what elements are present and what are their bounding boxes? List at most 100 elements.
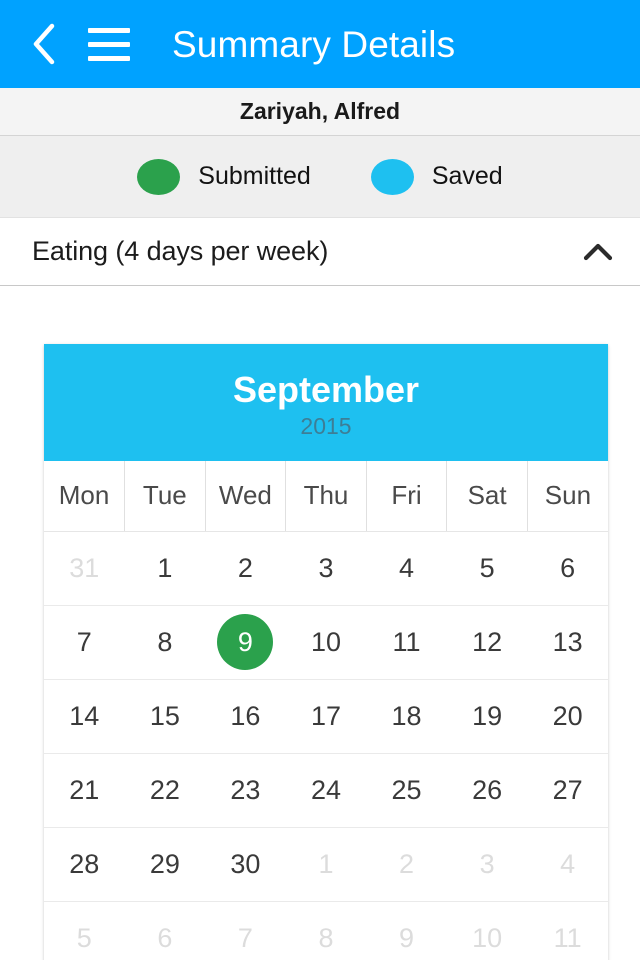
weekday-tue: Tue [124, 461, 206, 532]
calendar-day-number: 17 [310, 700, 341, 731]
calendar-day-number: 30 [230, 848, 261, 879]
calendar-day-number: 27 [552, 774, 583, 805]
calendar-weekday-header-row: Mon Tue Wed Thu Fri Sat Sun [44, 461, 608, 532]
weekday-sat: Sat [446, 461, 528, 532]
calendar-day-cell[interactable]: 11 [366, 605, 447, 680]
calendar-day-cell[interactable]: 23 [205, 753, 286, 828]
page-title: Summary Details [172, 23, 456, 65]
calendar-day-number: 21 [69, 774, 100, 805]
calendar-day-cell[interactable]: 10 [446, 901, 528, 960]
calendar-day-cell[interactable]: 7 [205, 901, 286, 960]
calendar-day-number: 20 [552, 700, 583, 731]
menu-bar-top [88, 27, 130, 33]
calendar-week-row: 7 8 9 10 11 12 13 [44, 605, 608, 680]
calendar-day-number: 11 [392, 626, 421, 657]
calendar-day-number: 29 [149, 848, 180, 879]
calendar-day-cell[interactable]: 22 [124, 753, 206, 828]
calendar-day-number: 19 [472, 700, 503, 731]
calendar-day-number: 5 [76, 922, 92, 953]
legend-item-saved: Saved [370, 158, 503, 195]
calendar-day-number: 1 [157, 552, 173, 583]
calendar-day-cell[interactable]: 30 [205, 827, 286, 902]
calendar-day-number: 9 [217, 614, 274, 670]
status-dot-icon-submitted [137, 158, 181, 195]
calendar-day-cell[interactable]: 13 [527, 605, 608, 680]
calendar-day-cell[interactable]: 6 [527, 531, 608, 606]
calendar-day-cell[interactable]: 31 [44, 531, 125, 606]
calendar-day-number: 3 [318, 552, 334, 583]
calendar-day-cell[interactable]: 9 [366, 901, 447, 960]
section-header-eating[interactable]: Eating (4 days per week) [0, 218, 640, 286]
chevron-up-icon[interactable] [578, 232, 618, 272]
calendar-day-number: 12 [472, 626, 503, 657]
calendar-day-cell[interactable]: 8 [124, 605, 206, 680]
calendar-day-cell[interactable]: 9 [205, 605, 286, 680]
weekday-fri: Fri [366, 461, 448, 532]
calendar-day-number: 4 [399, 552, 415, 583]
calendar-day-cell[interactable]: 1 [124, 531, 206, 606]
calendar-day-number: 7 [76, 626, 92, 657]
calendar-day-cell[interactable]: 5 [44, 901, 125, 960]
calendar-day-number: 22 [149, 774, 180, 805]
weekday-sun: Sun [527, 461, 608, 532]
calendar-week-row: 21 22 23 24 25 26 27 [44, 753, 608, 828]
calendar-day-cell[interactable]: 4 [527, 827, 608, 902]
calendar-week-row: 14 15 16 17 18 19 20 [44, 679, 608, 754]
calendar-day-cell[interactable]: 6 [124, 901, 206, 960]
back-button[interactable] [22, 16, 66, 72]
calendar-day-cell[interactable]: 17 [285, 679, 367, 754]
legend-label-submitted: Submitted [198, 162, 311, 190]
calendar-day-cell[interactable]: 12 [446, 605, 528, 680]
calendar-day-cell[interactable]: 2 [366, 827, 447, 902]
calendar-day-cell[interactable]: 5 [446, 531, 528, 606]
calendar-day-cell[interactable]: 27 [527, 753, 608, 828]
calendar-day-cell[interactable]: 16 [205, 679, 286, 754]
patient-name: Zariyah, Alfred [239, 98, 401, 124]
calendar-day-cell[interactable]: 11 [527, 901, 608, 960]
calendar-day-number: 23 [230, 774, 261, 805]
calendar-day-number: 18 [391, 700, 422, 731]
hamburger-menu-button[interactable] [80, 16, 138, 72]
calendar-day-cell[interactable]: 19 [446, 679, 528, 754]
calendar-day-cell[interactable]: 25 [366, 753, 447, 828]
calendar-day-number: 6 [157, 922, 173, 953]
calendar-header: September 2015 [44, 344, 608, 461]
calendar-day-cell[interactable]: 15 [124, 679, 206, 754]
calendar-day-cell[interactable]: 14 [44, 679, 125, 754]
calendar-day-number: 8 [157, 626, 173, 657]
weekday-thu: Thu [285, 461, 367, 532]
legend-label-saved: Saved [431, 162, 503, 190]
calendar-day-number: 2 [399, 848, 415, 879]
calendar-grid: Mon Tue Wed Thu Fri Sat Sun 31 1 2 3 4 5 6 7 8 9 1… [44, 461, 608, 960]
chevron-left-icon [31, 22, 57, 66]
calendar-day-cell[interactable]: 26 [446, 753, 528, 828]
calendar-day-cell[interactable]: 7 [44, 605, 125, 680]
menu-bar-bottom [88, 55, 130, 61]
calendar-day-number: 10 [310, 626, 341, 657]
calendar-day-number: 5 [479, 552, 495, 583]
calendar-day-number: 11 [553, 922, 582, 953]
weekday-wed: Wed [205, 461, 287, 532]
calendar-day-cell[interactable]: 8 [285, 901, 367, 960]
calendar-day-cell[interactable]: 4 [366, 531, 447, 606]
status-legend: Submitted Saved [0, 136, 640, 218]
calendar-week-row: 5 6 7 8 9 10 11 [44, 901, 608, 960]
calendar-day-number: 15 [149, 700, 180, 731]
calendar-day-number: 14 [69, 700, 100, 731]
calendar-day-number: 28 [69, 848, 100, 879]
calendar-day-cell[interactable]: 20 [527, 679, 608, 754]
calendar-day-cell[interactable]: 1 [285, 827, 367, 902]
calendar-day-number: 9 [399, 922, 415, 953]
calendar-day-cell[interactable]: 18 [366, 679, 447, 754]
calendar-day-cell[interactable]: 29 [124, 827, 206, 902]
calendar-day-cell[interactable]: 28 [44, 827, 125, 902]
calendar-day-cell[interactable]: 3 [285, 531, 367, 606]
calendar-day-cell[interactable]: 24 [285, 753, 367, 828]
calendar-week-row: 28 29 30 1 2 3 4 [44, 827, 608, 902]
calendar-day-cell[interactable]: 10 [285, 605, 367, 680]
calendar-day-cell[interactable]: 3 [446, 827, 528, 902]
calendar-day-cell[interactable]: 2 [205, 531, 286, 606]
calendar-day-number: 31 [69, 552, 100, 583]
patient-name-bar: Zariyah, Alfred [0, 88, 640, 136]
calendar-day-cell[interactable]: 21 [44, 753, 125, 828]
